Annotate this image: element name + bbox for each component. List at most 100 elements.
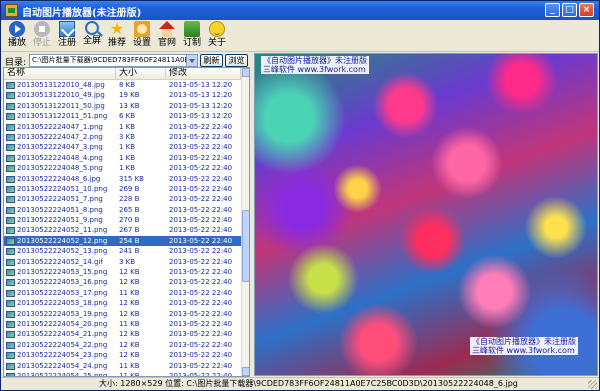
watermark-bottom-line1: 《自动图片播放器》未注册版 (472, 337, 576, 346)
file-size: 267 B (119, 226, 140, 235)
column-header-name[interactable]: 名称 (4, 68, 116, 80)
file-name: 20130522224052_12.png (17, 236, 108, 245)
order-icon (184, 21, 200, 37)
website-button[interactable]: 官网 (156, 21, 178, 51)
register-button[interactable]: 注册 (56, 21, 78, 51)
file-size: 12 KB (119, 351, 140, 360)
file-name: 20130522224054_20.png (17, 319, 108, 328)
file-modified: 2013-05-22 22:40 (169, 236, 233, 245)
file-name: 20130513122010_49.jpg (17, 91, 105, 100)
file-modified: 2013-05-22 22:40 (169, 299, 233, 308)
file-name: 20130522224054_21.png (17, 330, 108, 339)
file-modified: 2013-05-22 22:40 (169, 195, 233, 204)
column-header-modified[interactable]: 修改 (166, 68, 241, 80)
table-row[interactable]: 20130522224054_22.png 12 KB 2013-05-22 22:… (4, 340, 241, 350)
file-modified: 2013-05-13 12:20 (169, 91, 233, 100)
table-row[interactable]: 20130522224053_19.png 12 KB 2013-05-22 22:… (4, 309, 241, 319)
file-modified: 2013-05-22 22:40 (169, 340, 233, 349)
file-modified: 2013-05-22 22:40 (169, 153, 233, 162)
stop-button[interactable]: 停止 (31, 21, 53, 51)
register-icon (59, 21, 75, 37)
recommend-button[interactable]: ★ 推荐 (106, 21, 128, 51)
table-row[interactable]: 20130522224052_11.png 267 B 2013-05-22 22:… (4, 225, 241, 235)
minimize-button[interactable]: _ (545, 3, 560, 17)
table-row[interactable]: 20130522224052_13.png 241 B 2013-05-22 22:… (4, 246, 241, 256)
settings-button[interactable]: 设置 (131, 21, 153, 51)
table-row[interactable]: 20130522224051_7.png 228 B 2013-05-22 22:4… (4, 194, 241, 204)
about-label: 关于 (207, 38, 226, 48)
column-header-size[interactable]: 大小 (116, 68, 166, 80)
file-size: 265 B (119, 205, 140, 214)
play-button[interactable]: 播放 (6, 21, 28, 51)
table-row[interactable]: 20130522224048_5.png 1 KB 2013-05-22 22:40 (4, 163, 241, 173)
refresh-button[interactable]: 刷新 (200, 54, 223, 67)
table-row[interactable]: 20130522224054_20.png 11 KB 2013-05-22 22:… (4, 319, 241, 329)
table-row[interactable]: 20130522224053_16.png 12 KB 2013-05-22 22:… (4, 277, 241, 287)
table-row[interactable]: 20130513122010_48.jpg 8 KB 2013-05-13 12:2… (4, 80, 241, 90)
table-row[interactable]: 20130522224051_9.png 270 B 2013-05-22 22:4… (4, 215, 241, 225)
fullscreen-button[interactable]: 全屏 (81, 21, 103, 51)
table-row[interactable]: 20130513122011_50.jpg 13 KB 2013-05-13 12:… (4, 101, 241, 111)
title-bar[interactable]: 自动图片播放器(未注册版) _ □ × (1, 1, 599, 20)
file-name: 20130522224052_11.png (17, 226, 108, 235)
app-window: 自动图片播放器(未注册版) _ □ × 播放 停止 注册 全屏 ★ 推荐 设置 (0, 0, 600, 391)
table-row[interactable]: 20130522224052_14.gif 3 KB 2013-05-22 22:4… (4, 257, 241, 267)
file-list[interactable]: 名称 大小 修改 20130513122010_48.jpg 8 KB 2013-0… (3, 67, 250, 377)
table-row[interactable]: 20130522224048_6.jpg 315 KB 2013-05-22 22:… (4, 174, 241, 184)
image-file-icon (6, 165, 15, 173)
table-row[interactable]: 20130522224053_17.png 11 KB 2013-05-22 22:… (4, 288, 241, 298)
image-file-icon (6, 320, 15, 328)
file-modified: 2013-05-22 22:40 (169, 330, 233, 339)
scroll-up-icon[interactable] (242, 68, 249, 77)
browse-button[interactable]: 浏览 (225, 54, 248, 67)
image-file-icon (6, 113, 15, 121)
directory-combobox[interactable]: C:\图片批量下载器\9CDED783FF6OF24811A0E7 (29, 54, 198, 67)
watermark-top-line2: 三峰软件 www.3fwork.com (263, 65, 366, 74)
fullscreen-icon (85, 21, 99, 35)
maximize-button[interactable]: □ (562, 3, 577, 17)
table-row[interactable]: 20130522224053_15.png 12 KB 2013-05-22 22:… (4, 267, 241, 277)
table-row[interactable]: 20130522224054_24.png 11 KB 2013-05-22 22:… (4, 361, 241, 371)
file-name: 20130513122011_50.jpg (17, 101, 105, 110)
table-row[interactable]: 20130513122011_51.png 6 KB 2013-05-13 12:2… (4, 111, 241, 121)
table-row[interactable]: 20130522224048_4.png 1 KB 2013-05-22 22:40 (4, 153, 241, 163)
resize-grip-icon[interactable] (588, 380, 597, 389)
image-viewer[interactable]: 《自动图片播放器》未注册版 三峰软件 www.3fwork.com 《自动图片播… (254, 53, 598, 376)
about-button[interactable]: 关于 (206, 21, 228, 51)
table-row[interactable]: 20130513122010_49.jpg 19 KB 2013-05-13 12:… (4, 90, 241, 100)
file-size: 11 KB (119, 288, 140, 297)
table-row[interactable]: 20130522224051_8.png 265 B 2013-05-22 22:4… (4, 205, 241, 215)
file-rows: 20130513122010_48.jpg 8 KB 2013-05-13 12:2… (4, 80, 241, 376)
file-modified: 2013-05-22 22:40 (169, 351, 233, 360)
scroll-down-icon[interactable] (242, 367, 249, 376)
table-row[interactable]: 20130522224053_18.png 12 KB 2013-05-22 22:… (4, 298, 241, 308)
image-file-icon (6, 144, 15, 152)
home-icon (159, 21, 175, 37)
image-file-icon (6, 175, 15, 183)
vertical-scrollbar[interactable] (241, 68, 249, 376)
scroll-thumb[interactable] (242, 210, 249, 282)
close-button[interactable]: × (579, 3, 594, 17)
table-row[interactable]: 20130522224054_21.png 12 KB 2013-05-22 22:… (4, 329, 241, 339)
image-file-icon (6, 102, 15, 110)
image-file-icon (6, 154, 15, 162)
app-picture-icon[interactable] (5, 4, 18, 17)
image-file-icon (6, 352, 15, 360)
file-name: 20130513122010_48.jpg (17, 81, 105, 89)
file-name: 20130522224054_24.png (17, 361, 108, 370)
chevron-down-icon[interactable] (186, 55, 197, 66)
image-file-icon (6, 310, 15, 318)
image-file-icon (6, 82, 15, 89)
file-size: 228 B (119, 195, 140, 204)
file-size: 1 KB (119, 122, 136, 131)
table-row[interactable]: 20130522224051_10.png 269 B 2013-05-22 22:… (4, 184, 241, 194)
table-row[interactable]: 20130522224047_3.png 1 KB 2013-05-22 22:40 (4, 142, 241, 152)
table-row[interactable]: 20130522224052_12.png 254 B 2013-05-22 22:… (4, 235, 241, 247)
file-size: 8 KB (119, 81, 136, 89)
table-row[interactable]: 20130522224054_23.png 12 KB 2013-05-22 22:… (4, 350, 241, 360)
order-button[interactable]: 订制 (181, 21, 203, 51)
image-file-icon (6, 206, 15, 214)
table-row[interactable]: 20130522224047_1.png 1 KB 2013-05-22 22:40 (4, 122, 241, 132)
table-row[interactable]: 20130522224047_2.png 3 KB 2013-05-22 22:40 (4, 132, 241, 142)
file-size: 254 B (119, 236, 140, 245)
